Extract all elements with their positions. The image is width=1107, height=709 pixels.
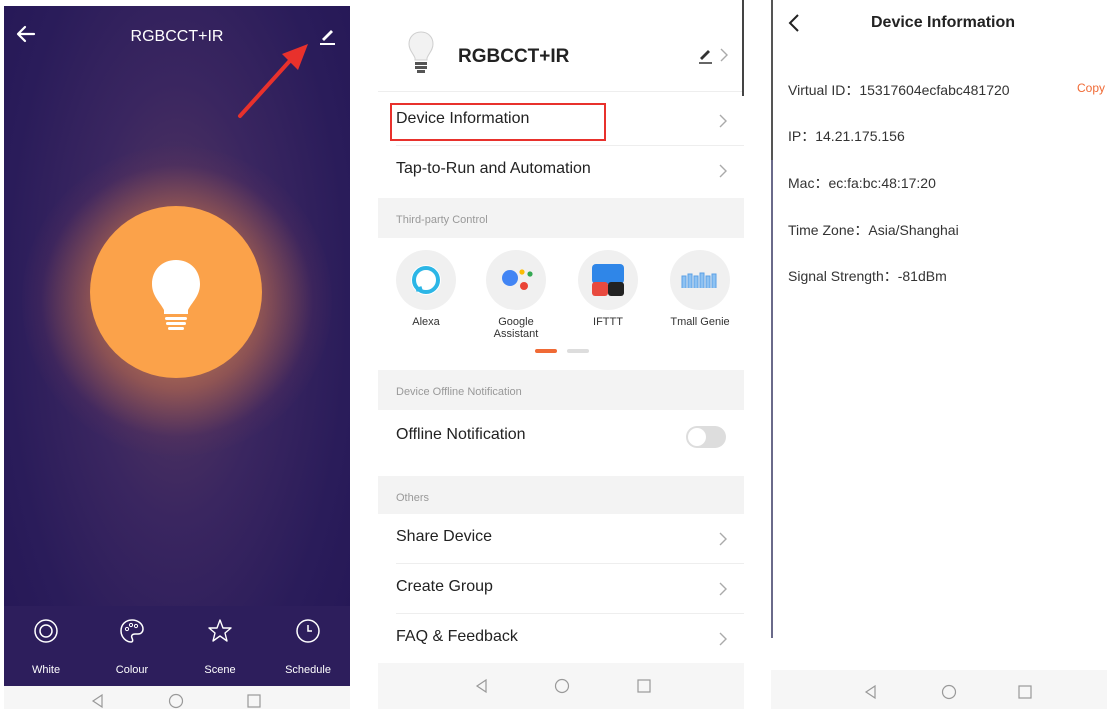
tap-to-run-row[interactable]: Tap-to-Run and Automation [378, 146, 744, 196]
share-device-row[interactable]: Share Device [378, 514, 744, 564]
tab-label: Scene [204, 664, 236, 676]
row-label: Create Group [396, 578, 493, 595]
pencil-icon[interactable] [316, 24, 338, 46]
page-indicator [535, 349, 589, 353]
third-party-label: IFTTT [593, 316, 623, 328]
recents-square-icon[interactable] [1017, 684, 1033, 700]
panel-edge [771, 0, 773, 160]
row-label: Share Device [396, 528, 493, 545]
tab-colour[interactable]: Colour [90, 618, 174, 676]
third-party-label: Alexa [412, 316, 440, 328]
section-label: Others [396, 492, 430, 504]
chevron-right-icon [719, 114, 727, 128]
third-party-google-assistant[interactable]: Google Assistant [474, 250, 558, 340]
third-party-ifttt[interactable]: IFTTT [566, 250, 650, 328]
tab-white[interactable]: White [4, 618, 88, 676]
device-information-screen: Device Information Virtual ID：15317604ec… [771, 0, 1107, 709]
home-circle-icon[interactable] [941, 684, 957, 700]
third-party-label: Tmall Genie [670, 316, 730, 328]
system-nav-bar [4, 686, 350, 709]
section-others: Others [378, 476, 744, 516]
ifttt-icon [578, 250, 638, 310]
alexa-icon [396, 250, 456, 310]
highlight-annotation [390, 103, 606, 141]
lightbulb-icon [152, 260, 200, 330]
palette-icon [120, 619, 144, 643]
offline-notification-row: Offline Notification [378, 412, 744, 462]
mac-text: Mac：ec:fa:bc:48:17:20 [788, 175, 936, 191]
panel-edge [771, 160, 773, 638]
section-offline: Device Offline Notification [378, 370, 744, 410]
copy-button[interactable]: Copy [1077, 81, 1105, 95]
chevron-right-icon [719, 532, 727, 546]
third-party-carousel: Alexa Google Assistant IFTTT Tmall Genie [378, 240, 744, 368]
device-header[interactable]: RGBCCT+IR [378, 0, 744, 92]
star-icon [208, 619, 232, 642]
third-party-alexa[interactable]: Alexa [384, 250, 468, 328]
device-name: RGBCCT+IR [458, 46, 570, 67]
lightbulb-icon [408, 31, 434, 73]
tab-scene[interactable]: Scene [178, 618, 262, 676]
google-assistant-icon [486, 250, 546, 310]
mode-tab-bar: White Colour Scene Schedule [4, 606, 350, 686]
chevron-right-icon [720, 48, 728, 62]
back-triangle-icon[interactable] [90, 693, 106, 709]
recents-square-icon[interactable] [246, 693, 262, 709]
row-label: Offline Notification [396, 426, 526, 443]
tab-label: White [31, 664, 61, 676]
tab-label: Schedule [285, 664, 331, 676]
ring-icon [34, 619, 58, 643]
light-control-screen: RGBCCT+IR White Colour Scene Schedule [4, 6, 350, 709]
create-group-row[interactable]: Create Group [378, 564, 744, 614]
home-circle-icon[interactable] [168, 693, 184, 709]
clock-icon [296, 619, 320, 643]
chevron-right-icon [719, 164, 727, 178]
back-triangle-icon[interactable] [474, 678, 490, 694]
chevron-right-icon [719, 632, 727, 646]
pencil-icon[interactable] [696, 46, 714, 64]
signal-strength-text: Signal Strength：-81dBm [788, 268, 947, 284]
back-triangle-icon[interactable] [863, 684, 879, 700]
chevron-left-icon[interactable] [787, 12, 801, 34]
time-zone-text: Time Zone：Asia/Shanghai [788, 222, 959, 238]
system-nav-bar [771, 670, 1107, 709]
faq-feedback-row[interactable]: FAQ & Feedback [378, 614, 744, 664]
tab-label: Colour [115, 664, 149, 676]
ip-text: IP：14.21.175.156 [788, 128, 905, 144]
chevron-right-icon [719, 582, 727, 596]
section-label: Third-party Control [396, 214, 488, 226]
virtual-id-text: Virtual ID：15317604ecfabc481720 [788, 82, 1010, 98]
tab-schedule[interactable]: Schedule [266, 618, 350, 676]
recents-square-icon[interactable] [636, 678, 652, 694]
annotation-arrow-icon [238, 44, 308, 118]
row-label: Tap-to-Run and Automation [396, 160, 591, 177]
home-circle-icon[interactable] [554, 678, 570, 694]
row-label: FAQ & Feedback [396, 628, 518, 645]
section-label: Device Offline Notification [396, 386, 522, 398]
screenshot-composite: RGBCCT+IR White Colour Scene Schedule RG… [0, 0, 1107, 709]
toggle-knob [688, 428, 706, 446]
third-party-tmall-genie[interactable]: Tmall Genie [658, 250, 742, 328]
third-party-label: Google Assistant [493, 316, 539, 340]
device-settings-screen: RGBCCT+IR Device Information Tap-to-Run … [378, 0, 744, 709]
offline-notification-toggle[interactable] [686, 426, 726, 448]
section-third-party: Third-party Control [378, 198, 744, 238]
power-button[interactable] [90, 206, 262, 378]
tmall-genie-icon [670, 250, 730, 310]
system-nav-bar [378, 663, 744, 709]
page-title: Device Information [871, 14, 1016, 31]
